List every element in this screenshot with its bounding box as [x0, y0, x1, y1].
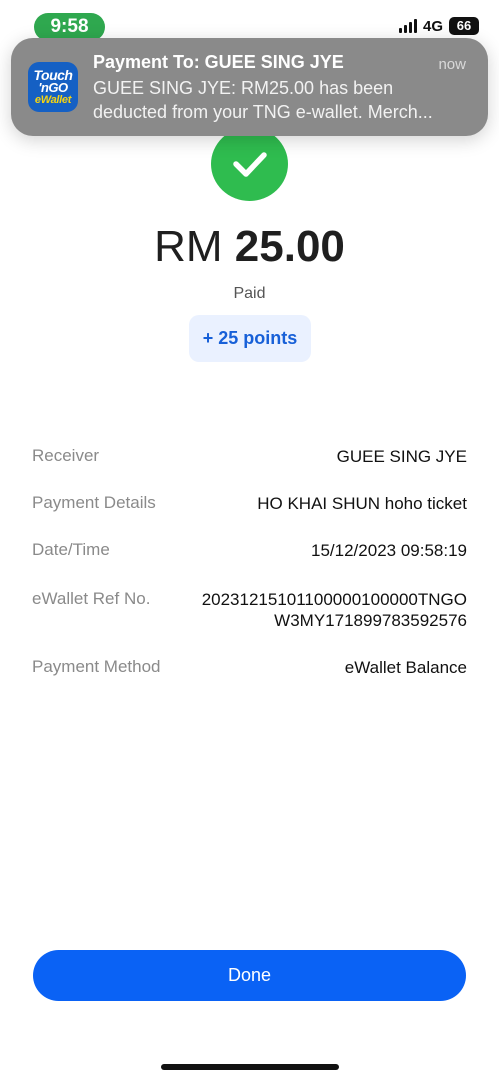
detail-label: eWallet Ref No.	[32, 589, 151, 608]
detail-value: GUEE SING JYE	[336, 447, 467, 466]
signal-icon	[398, 19, 417, 33]
payment-status: Paid	[233, 285, 266, 302]
payment-amount: RM 25.00	[0, 222, 499, 272]
detail-value: eWallet Balance	[344, 658, 467, 677]
payment-notification[interactable]: Touch 'nGO eWallet Payment To: GUEE SING…	[11, 38, 488, 136]
battery-icon: 66	[449, 17, 479, 35]
points-badge[interactable]: + 25 points	[189, 315, 311, 362]
logo-text: eWallet	[34, 93, 72, 106]
notification-body: GUEE SING JYE: RM25.00 has been deducted…	[93, 78, 433, 122]
done-button[interactable]: Done	[33, 950, 466, 1001]
touch-n-go-ewallet-icon: Touch 'nGO eWallet	[28, 62, 78, 112]
success-check-icon	[211, 127, 288, 201]
detail-label: Payment Details	[32, 493, 156, 512]
ref-no-line-2: W3MY171899783592576	[274, 611, 467, 630]
detail-value: 20231215101100000100000TNGO W3MY17189978…	[202, 589, 467, 631]
home-indicator[interactable]	[161, 1064, 339, 1070]
notification-title: Payment To: GUEE SING JYE	[93, 52, 344, 72]
notification-time: now	[438, 56, 466, 73]
detail-value: HO KHAI SHUN hoho ticket	[257, 494, 467, 513]
detail-label: Payment Method	[32, 657, 161, 676]
ref-no-line-1: 20231215101100000100000TNGO	[201, 590, 467, 609]
amount-value: 25.00	[234, 222, 345, 271]
status-indicators: 4G 66	[398, 17, 479, 35]
detail-label: Receiver	[32, 446, 100, 465]
detail-label: Date/Time	[32, 540, 110, 559]
detail-value: 15/12/2023 09:58:19	[311, 541, 467, 560]
logo-text: 'nGO	[38, 79, 68, 95]
status-time[interactable]: 9:58	[34, 13, 105, 41]
network-type: 4G	[422, 17, 443, 35]
currency-label: RM	[154, 222, 223, 271]
